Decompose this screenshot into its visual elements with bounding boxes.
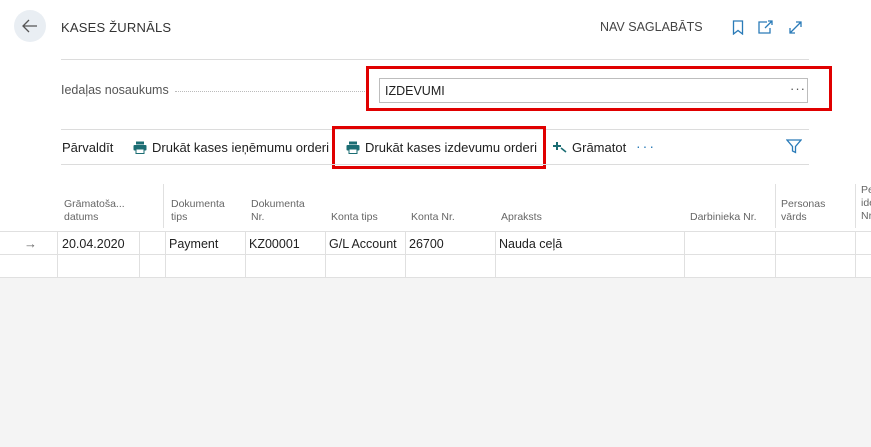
bookmark-button[interactable] [730, 19, 746, 35]
journal-page: KASES ŽURNĀLS NAV SAGLABĀTS Iedaļas nosa… [0, 0, 871, 278]
column-header-person-id[interactable]: PeideNr [861, 184, 871, 223]
back-button[interactable] [14, 10, 46, 42]
column-header-posting-date[interactable]: Grāmatoša... datums [64, 198, 125, 224]
cell-divider [855, 231, 856, 277]
cell-divider [245, 231, 246, 277]
label-leader [175, 91, 365, 92]
save-status: NAV SAGLABĀTS [600, 20, 703, 34]
cell-divider [139, 231, 140, 277]
highlight-section-field [366, 66, 832, 111]
row-selected-arrow-icon[interactable]: → [24, 236, 37, 251]
header-separator [855, 184, 856, 228]
column-header-document-no[interactable]: Dokumenta Nr. [251, 198, 305, 224]
print-receipt-label: Drukāt kases ieņēmumu orderi [152, 140, 330, 155]
table-row-divider [0, 254, 871, 255]
cell-divider [57, 231, 58, 277]
header-separator [775, 184, 776, 228]
column-header-person-name[interactable]: Personas vārds [781, 198, 825, 224]
cell-divider [775, 231, 776, 277]
printer-icon [133, 141, 147, 154]
share-button[interactable] [758, 19, 774, 35]
section-name-label: Iedaļas nosaukums [61, 83, 169, 97]
expand-button[interactable] [787, 19, 803, 35]
column-header-description[interactable]: Apraksts [501, 198, 542, 224]
filter-button[interactable] [785, 139, 803, 159]
post-label: Grāmatot [572, 140, 627, 155]
column-header-document-type[interactable]: Dokumenta tips [171, 198, 225, 224]
expand-icon [788, 20, 802, 34]
actions-bottom-divider [61, 164, 809, 165]
cell-divider [165, 231, 166, 277]
cell-account-no[interactable]: 26700 [409, 237, 444, 251]
column-header-employee-no[interactable]: Darbinieka Nr. [690, 198, 757, 224]
back-arrow-icon [22, 19, 37, 33]
share-icon [758, 20, 773, 34]
cell-account-type[interactable]: G/L Account [329, 237, 397, 251]
cell-document-type[interactable]: Payment [169, 237, 218, 251]
filter-icon [785, 139, 803, 154]
cell-divider [495, 231, 496, 277]
column-header-account-type[interactable]: Konta tips [331, 198, 378, 224]
highlight-print-expense [332, 126, 546, 169]
bookmark-icon [732, 19, 744, 35]
cell-divider [325, 231, 326, 277]
table-row-divider [0, 231, 871, 232]
manage-menu[interactable]: Pārvaldīt [62, 140, 113, 155]
header-divider [61, 59, 809, 60]
table-bottom-divider [0, 277, 871, 278]
manage-label: Pārvaldīt [62, 140, 114, 155]
page-title: KASES ŽURNĀLS [61, 20, 172, 35]
cell-description[interactable]: Nauda ceļā [499, 237, 562, 251]
cell-divider [684, 231, 685, 277]
cell-divider [405, 231, 406, 277]
column-header-account-no[interactable]: Konta Nr. [411, 198, 455, 224]
cell-posting-date[interactable]: 20.04.2020 [62, 237, 125, 251]
header-separator [163, 184, 164, 228]
cell-document-no[interactable]: KZ00001 [249, 237, 300, 251]
more-actions-button[interactable]: ··· [636, 138, 656, 154]
print-receipt-order-button[interactable]: Drukāt kases ieņēmumu orderi [133, 140, 329, 155]
post-button[interactable]: Grāmatot [553, 140, 626, 155]
post-icon [553, 142, 567, 153]
